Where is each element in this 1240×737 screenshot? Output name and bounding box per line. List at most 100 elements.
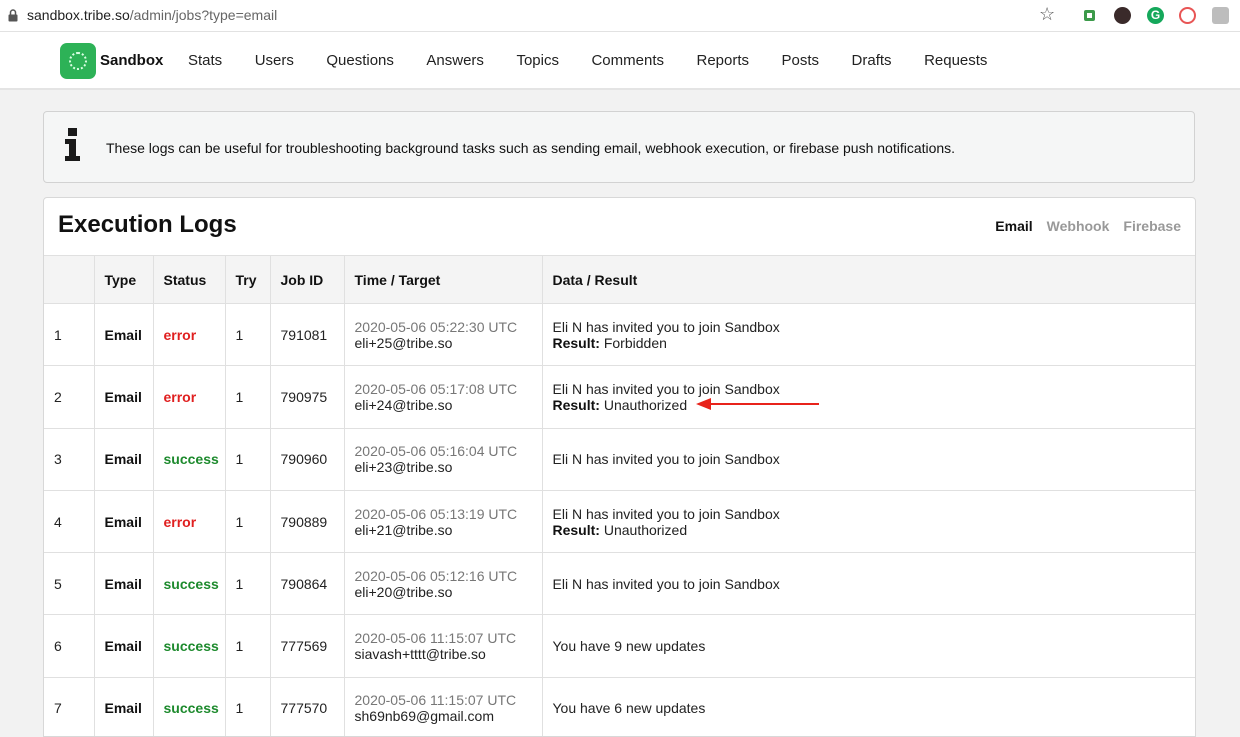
sandbox-logo[interactable] [60,43,96,79]
row-time-target: 2020-05-06 05:12:16 UTC eli+20@tribe.so [344,552,543,616]
row-try: 1 [225,365,271,429]
row-data: Eli N has invited you to join Sandbox [552,318,780,335]
nav-answers[interactable]: Answers [426,52,484,69]
nav-posts[interactable]: Posts [782,52,820,69]
nav-stats[interactable]: Stats [188,52,222,69]
row-target: siavash+tttt@tribe.so [354,646,486,663]
row-target: eli+25@tribe.so [354,334,453,351]
info-icon [65,128,80,161]
row-job-id: 790960 [270,428,345,491]
brand-name[interactable]: Sandbox [100,52,163,69]
row-time: 2020-05-06 05:12:16 UTC [354,567,518,584]
url-text[interactable]: sandbox.tribe.so/admin/jobs?type=email [27,7,277,23]
tab-firebase[interactable]: Firebase [1123,218,1181,234]
row-job-id: 777570 [270,677,345,736]
nav-requests[interactable]: Requests [924,52,987,69]
star-icon[interactable]: ☆ [1039,4,1055,25]
table-row: 2 Email error 1 790975 2020-05-06 05:17:… [44,365,1195,429]
row-data: You have 9 new updates [552,638,706,655]
table-row: 7 Email success 1 777570 2020-05-06 11:1… [44,677,1195,736]
row-try: 1 [225,677,271,736]
extension-4-icon[interactable] [1179,7,1196,24]
table-row: 4 Email error 1 790889 2020-05-06 05:13:… [44,490,1196,554]
row-type: Email [94,614,154,678]
row-number: 4 [44,490,95,554]
row-number: 7 [44,677,95,736]
nav-users[interactable]: Users [255,52,294,69]
logs-table: Type Status Try Job ID Time / Target Dat… [44,255,1196,736]
table-row: 6 Email success 1 777569 2020-05-06 11:1… [44,614,1195,678]
extension-1-icon[interactable] [1081,7,1098,24]
result-label: Result: [552,521,600,538]
nav-drafts[interactable]: Drafts [852,52,892,69]
nav-topics[interactable]: Topics [516,52,559,69]
row-status: error [153,490,226,554]
grammarly-icon[interactable]: G [1147,7,1164,24]
col-header-try: Try [225,255,271,304]
row-try: 1 [225,428,271,491]
row-time-target: 2020-05-06 05:22:30 UTC eli+25@tribe.so [344,303,543,367]
row-data: Eli N has invited you to join Sandbox [552,451,780,468]
result-label: Result: [552,334,600,351]
row-data-result: Eli N has invited you to join Sandbox Re… [542,490,1196,554]
extension-5-icon[interactable] [1212,7,1229,24]
row-number: 6 [44,614,95,678]
row-time-target: 2020-05-06 11:15:07 UTC sh69nb69@gmail.c… [344,677,543,736]
table-row: 3 Email success 1 790960 2020-05-06 05:1… [44,428,1195,491]
table-row: 5 Email success 1 790864 2020-05-06 05:1… [44,552,1195,616]
result-value: Unauthorized [603,521,688,538]
row-time: 2020-05-06 05:16:04 UTC [354,443,518,460]
col-header-job-id: Job ID [270,255,345,304]
row-time: 2020-05-06 11:15:07 UTC [354,630,517,647]
row-number: 5 [44,552,95,616]
row-data-result: Eli N has invited you to join Sandbox Re… [542,365,1195,429]
row-status: success [153,614,226,678]
nav-comments[interactable]: Comments [591,52,664,69]
row-time-target: 2020-05-06 05:17:08 UTC eli+24@tribe.so [344,365,543,429]
info-alert: These logs can be useful for troubleshoo… [43,111,1195,183]
row-type: Email [94,428,154,491]
annotation-arrow-icon [696,398,819,410]
row-type: Email [94,552,154,616]
row-type: Email [94,365,154,429]
row-time: 2020-05-06 05:17:08 UTC [354,380,518,397]
result-value: Unauthorized [603,396,688,413]
col-header-type: Type [94,255,154,304]
col-header-index [44,255,95,304]
row-time: 2020-05-06 11:15:07 UTC [354,692,517,709]
browser-address-bar[interactable]: sandbox.tribe.so/admin/jobs?type=email ☆… [0,0,1240,32]
row-target: eli+24@tribe.so [354,396,453,413]
row-job-id: 790975 [270,365,345,429]
nav-reports[interactable]: Reports [697,52,750,69]
row-data-result: You have 6 new updates [542,677,1195,736]
row-try: 1 [225,552,271,616]
nav-questions[interactable]: Questions [326,52,394,69]
row-number: 3 [44,428,95,491]
row-status: success [153,552,226,616]
row-status: success [153,428,226,491]
row-data: Eli N has invited you to join Sandbox [552,380,780,397]
panel-title: Execution Logs [58,211,237,238]
main-nav: Stats Users Questions Answers Topics Com… [188,52,1020,69]
row-time-target: 2020-05-06 11:15:07 UTC siavash+tttt@tri… [344,614,543,678]
row-status: error [153,303,226,367]
row-job-id: 790889 [270,490,345,554]
row-data-result: You have 9 new updates [542,614,1195,678]
row-try: 1 [225,303,271,367]
extension-2-icon[interactable] [1114,7,1131,24]
row-target: eli+20@tribe.so [354,583,453,600]
row-time: 2020-05-06 05:13:19 UTC [354,505,518,522]
tab-webhook[interactable]: Webhook [1047,218,1110,234]
row-job-id: 791081 [270,303,345,367]
row-result: Result: Unauthorized [553,522,1196,538]
tab-email[interactable]: Email [995,218,1032,234]
row-type: Email [94,490,154,554]
row-data: Eli N has invited you to join Sandbox [552,505,780,522]
row-data: Eli N has invited you to join Sandbox [552,575,780,592]
row-target: eli+21@tribe.so [354,521,453,538]
log-type-tabs: Email Webhook Firebase [981,218,1181,234]
row-status: success [153,677,226,736]
url-path: /admin/jobs?type=email [129,7,278,23]
row-type: Email [94,303,154,367]
row-number: 1 [44,303,95,367]
